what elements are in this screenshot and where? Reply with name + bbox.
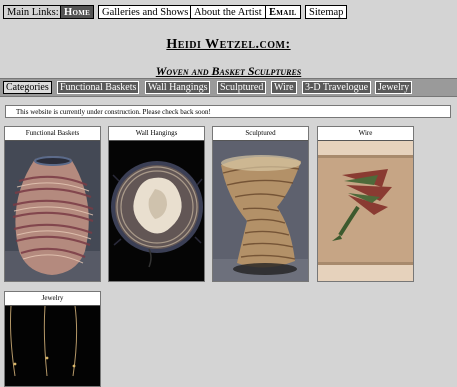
page-title: Heidi Wetzel.com: bbox=[166, 37, 291, 52]
gallery-caption: Jewelry bbox=[5, 292, 100, 306]
nav-sitemap-link[interactable]: Sitemap bbox=[305, 5, 348, 19]
gallery-card-functional-baskets[interactable]: Functional Baskets bbox=[4, 126, 101, 282]
jewelry-image[interactable] bbox=[5, 306, 100, 386]
category-3d-travelogue[interactable]: 3-D Travelogue bbox=[302, 81, 372, 94]
sculptured-basket-image[interactable] bbox=[213, 141, 308, 281]
nav-home-link[interactable]: Home bbox=[60, 5, 95, 19]
nav-galleries-link[interactable]: Galleries and Shows bbox=[98, 5, 193, 19]
page-subtitle: Woven and Basket Sculptures bbox=[155, 64, 302, 78]
gallery-card-wire[interactable]: Wire bbox=[317, 126, 414, 282]
categories-label: Categories bbox=[3, 81, 52, 94]
functional-basket-image[interactable] bbox=[5, 141, 100, 281]
nav-email-link[interactable]: Email bbox=[265, 5, 301, 19]
gallery-card-sculptured[interactable]: Sculptured bbox=[212, 126, 309, 282]
main-links-label: Main Links: bbox=[3, 5, 63, 19]
gallery-caption: Wire bbox=[318, 127, 413, 141]
category-functional-baskets[interactable]: Functional Baskets bbox=[57, 81, 140, 94]
category-wall-hangings[interactable]: Wall Hangings bbox=[145, 81, 211, 94]
gallery-caption: Wall Hangings bbox=[109, 127, 204, 141]
construction-notice: This website is currently under construc… bbox=[5, 105, 451, 118]
categories-bar: Categories Functional Baskets Wall Hangi… bbox=[0, 78, 457, 97]
gallery-card-jewelry[interactable]: Jewelry bbox=[4, 291, 101, 387]
category-sculptured[interactable]: Sculptured bbox=[217, 81, 267, 94]
gallery-caption: Functional Baskets bbox=[5, 127, 100, 141]
gallery-caption: Sculptured bbox=[213, 127, 308, 141]
category-wire[interactable]: Wire bbox=[271, 81, 297, 94]
wall-hanging-image[interactable] bbox=[109, 141, 204, 281]
main-links-bar: Main Links: Home Galleries and Shows Abo… bbox=[0, 5, 457, 21]
gallery-card-wall-hangings[interactable]: Wall Hangings bbox=[108, 126, 205, 282]
nav-about-link[interactable]: About the Artist bbox=[190, 5, 266, 19]
category-jewelry[interactable]: Jewelry bbox=[375, 81, 413, 94]
wire-art-image[interactable] bbox=[318, 141, 413, 281]
